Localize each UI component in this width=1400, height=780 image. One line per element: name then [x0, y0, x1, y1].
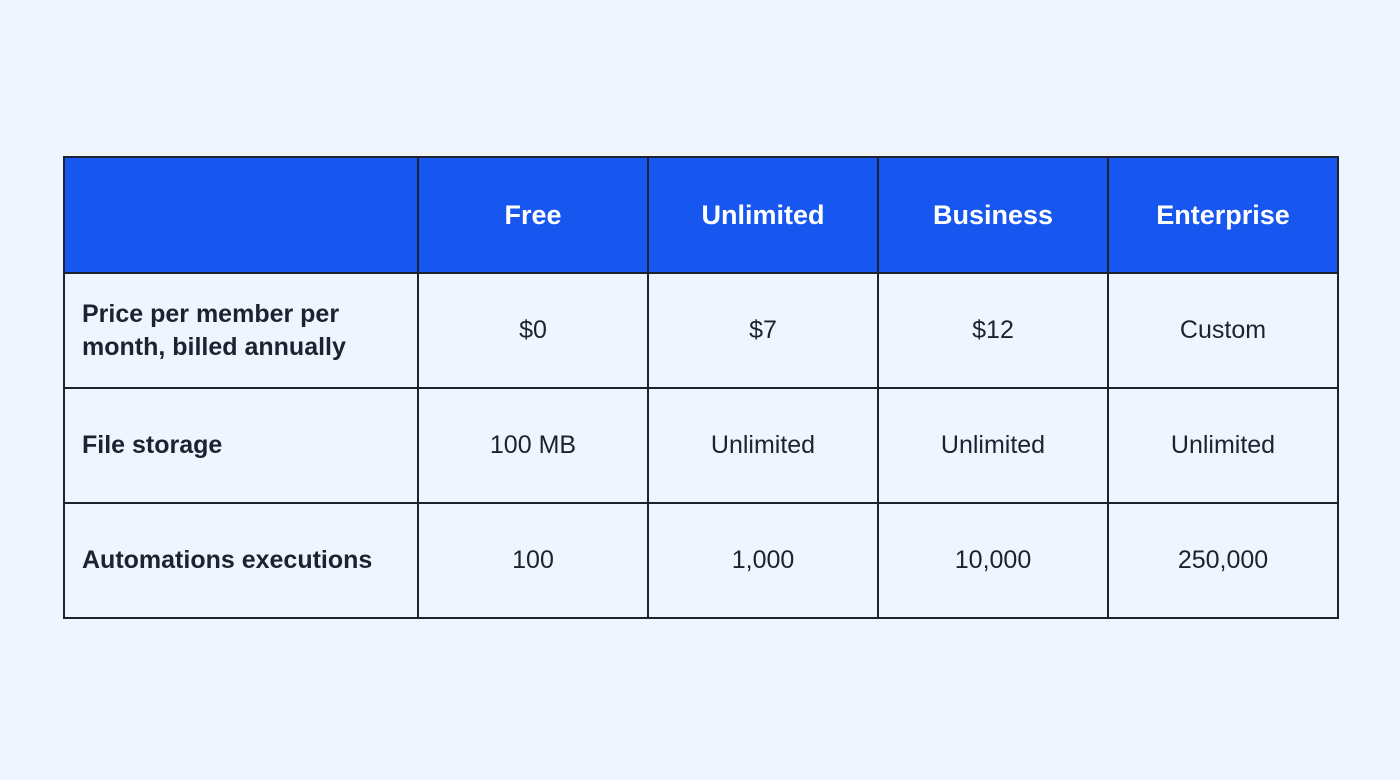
table-body: Price per member per month, billed annua… [63, 272, 1339, 619]
cell-price-enterprise: Custom [1107, 272, 1339, 389]
cell-price-free: $0 [417, 272, 649, 389]
plan-header-enterprise: Enterprise [1107, 156, 1339, 274]
cell-storage-free: 100 MB [417, 387, 649, 504]
header-corner-cell [63, 156, 419, 274]
cell-storage-unlimited: Unlimited [647, 387, 879, 504]
feature-label: Price per member per month, billed annua… [63, 272, 419, 389]
cell-automations-free: 100 [417, 502, 649, 619]
plan-header-unlimited: Unlimited [647, 156, 879, 274]
table-row-automations: Automations executions 100 1,000 10,000 … [63, 502, 1339, 619]
table-header: Free Unlimited Business Enterprise [63, 156, 1339, 274]
pricing-comparison-table: Free Unlimited Business Enterprise Price… [63, 156, 1339, 619]
feature-label: File storage [63, 387, 419, 504]
cell-automations-enterprise: 250,000 [1107, 502, 1339, 619]
cell-automations-business: 10,000 [877, 502, 1109, 619]
table-row-file-storage: File storage 100 MB Unlimited Unlimited … [63, 387, 1339, 504]
cell-price-unlimited: $7 [647, 272, 879, 389]
plan-header-business: Business [877, 156, 1109, 274]
cell-price-business: $12 [877, 272, 1109, 389]
cell-storage-business: Unlimited [877, 387, 1109, 504]
cell-automations-unlimited: 1,000 [647, 502, 879, 619]
header-row: Free Unlimited Business Enterprise [63, 156, 1339, 274]
feature-label: Automations executions [63, 502, 419, 619]
plan-header-free: Free [417, 156, 649, 274]
table-row-price: Price per member per month, billed annua… [63, 272, 1339, 389]
cell-storage-enterprise: Unlimited [1107, 387, 1339, 504]
